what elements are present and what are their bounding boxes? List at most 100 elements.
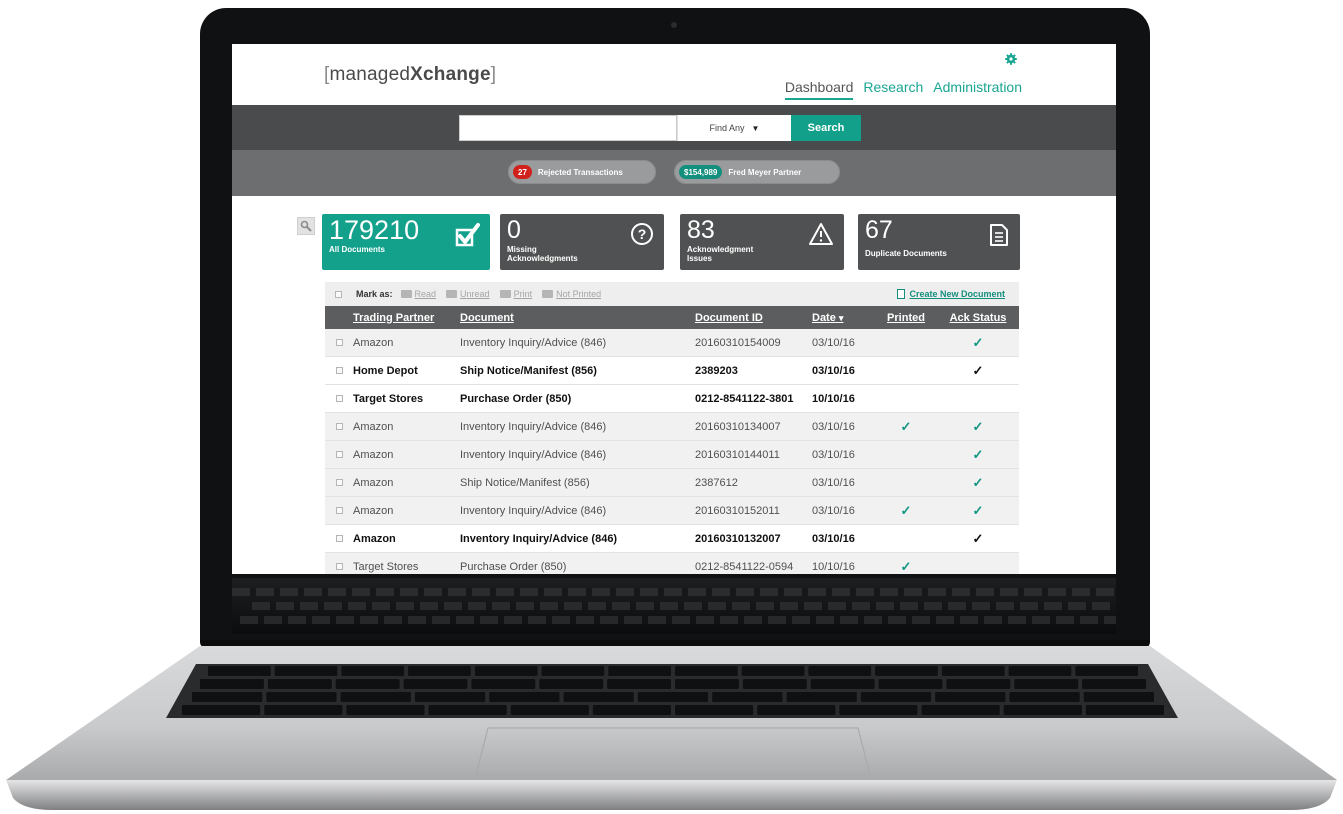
keyboard-key (741, 666, 805, 676)
cell-document: Purchase Order (850) (460, 552, 695, 574)
app-logo[interactable]: [managedXchange] (324, 64, 496, 86)
header-ack-status[interactable]: Ack Status (937, 306, 1019, 329)
mark-unread-label: Unread (460, 289, 490, 299)
row-checkbox[interactable] (325, 440, 353, 469)
header-trading-partner[interactable]: Trading Partner (353, 306, 460, 329)
table-row[interactable]: Amazon Inventory Inquiry/Advice (846) 2016… (325, 524, 1019, 553)
header-document-id[interactable]: Document ID (695, 306, 812, 329)
keyboard-key (878, 679, 943, 689)
find-scope-dropdown[interactable]: Find Any ▼ (677, 115, 791, 141)
keyboard-key (267, 679, 332, 689)
table-row[interactable]: Amazon Ship Notice/Manifest (856) 2387612 0… (325, 468, 1019, 497)
header-date[interactable]: Date ▾ (812, 306, 875, 329)
tile-missing-acknowledgments[interactable]: 0 Missing Acknowledgments ? (500, 214, 664, 270)
keyboard-key (860, 692, 932, 702)
create-new-label: Create New Document (909, 289, 1005, 299)
table-row[interactable]: Amazon Inventory Inquiry/Advice (846) 2016… (325, 496, 1019, 525)
row-checkbox[interactable] (325, 384, 353, 413)
mark-read-link[interactable]: Read (400, 289, 436, 299)
rejected-transactions-pill[interactable]: 27 Rejected Transactions (508, 160, 656, 184)
keyboard-key (335, 679, 400, 689)
read-icon (400, 290, 412, 298)
keyboard-key (1085, 705, 1164, 715)
cell-trading-partner: Amazon (353, 468, 460, 497)
header-printed[interactable]: Printed (875, 306, 937, 329)
keyboard-key (208, 666, 271, 676)
keyboard-key (1082, 679, 1146, 689)
keyboard-key (757, 705, 836, 715)
keyboard-key (340, 692, 411, 702)
keyboard-reflection (232, 578, 1116, 634)
create-new-document-link[interactable]: Create New Document (897, 289, 1005, 299)
cell-document: Inventory Inquiry/Advice (846) (460, 412, 695, 441)
row-select-checkbox[interactable] (335, 338, 343, 346)
tile-duplicate-documents[interactable]: 67 Duplicate Documents (858, 214, 1020, 270)
mark-print-link[interactable]: Print (499, 289, 532, 299)
row-select-checkbox[interactable] (335, 450, 343, 458)
main-nav: Dashboard Research Administration (784, 79, 1022, 100)
nav-dashboard[interactable]: Dashboard (784, 79, 854, 100)
warning-icon (809, 223, 833, 245)
table-header-row: Trading Partner Document Document ID Dat… (325, 306, 1019, 329)
table-row[interactable]: Target Stores Purchase Order (850) 0212-85… (325, 384, 1019, 413)
row-checkbox[interactable] (325, 468, 353, 497)
cell-document-id: 20160310154009 (695, 329, 812, 357)
row-select-checkbox[interactable] (335, 562, 343, 570)
cell-date: 10/10/16 (812, 552, 875, 574)
laptop-base (6, 646, 1337, 810)
cell-ack-status: ✓ (937, 356, 1019, 385)
search-input[interactable] (459, 115, 677, 141)
keyboard-key (1009, 692, 1080, 702)
header-document[interactable]: Document (460, 306, 695, 329)
cell-date: 03/10/16 (812, 412, 875, 441)
row-select-checkbox[interactable] (335, 366, 343, 374)
cell-document-id: 20160310152011 (695, 496, 812, 525)
keyboard-key (810, 679, 875, 689)
keyboard-key (637, 692, 709, 702)
keyboard-key (675, 679, 739, 689)
gear-icon[interactable] (1005, 53, 1017, 65)
row-checkbox[interactable] (325, 412, 353, 441)
keyboard-key (274, 666, 338, 676)
row-select-checkbox[interactable] (335, 394, 343, 402)
keyboard-key (839, 705, 918, 715)
row-select-checkbox[interactable] (335, 422, 343, 430)
tile-acknowledgment-issues[interactable]: 83 Acknowledgment Issues (680, 214, 844, 270)
row-checkbox[interactable] (325, 524, 353, 553)
cell-date: 03/10/16 (812, 356, 875, 385)
search-zoom-icon[interactable] (297, 217, 315, 235)
app-screen: [managedXchange] Dashboard Research Admi… (232, 44, 1116, 574)
search-button[interactable]: Search (791, 115, 861, 141)
row-select-checkbox[interactable] (335, 506, 343, 514)
cell-document-id: 20160310132007 (695, 524, 812, 553)
keyboard-key (428, 705, 507, 715)
row-checkbox[interactable] (325, 356, 353, 385)
cell-document: Inventory Inquiry/Advice (846) (460, 329, 695, 357)
keyboard-key (1014, 679, 1079, 689)
row-select-checkbox[interactable] (335, 534, 343, 542)
cell-date: 03/10/16 (812, 524, 875, 553)
row-checkbox[interactable] (325, 496, 353, 525)
documents-panel: Mark as: Read Unread Print Not Printed C… (325, 282, 1019, 574)
table-row[interactable]: Amazon Inventory Inquiry/Advice (846) 2016… (325, 440, 1019, 469)
tile-all-documents[interactable]: 179210 All Documents (322, 214, 490, 270)
row-checkbox[interactable] (325, 552, 353, 574)
table-row[interactable]: Amazon Inventory Inquiry/Advice (846) 2016… (325, 412, 1019, 441)
partner-alert-pill[interactable]: $154,989 Fred Meyer Partner (674, 160, 840, 184)
cell-document: Purchase Order (850) (460, 384, 695, 413)
new-document-icon (897, 289, 906, 299)
table-row[interactable]: Amazon Inventory Inquiry/Advice (846) 2016… (325, 329, 1019, 357)
select-all-checkbox[interactable] (335, 290, 342, 298)
documents-table: Trading Partner Document Document ID Dat… (325, 306, 1019, 574)
table-row[interactable]: Home Depot Ship Notice/Manifest (856) 2389… (325, 356, 1019, 385)
nav-administration[interactable]: Administration (933, 79, 1022, 100)
nav-research[interactable]: Research (863, 79, 923, 100)
mark-unread-link[interactable]: Unread (446, 289, 490, 299)
keyboard-key (941, 666, 1005, 676)
row-select-checkbox[interactable] (335, 478, 343, 486)
keyboard-key (675, 705, 754, 715)
row-checkbox[interactable] (325, 329, 353, 357)
cell-printed (875, 329, 937, 357)
table-row[interactable]: Target Stores Purchase Order (850) 0212-85… (325, 552, 1019, 574)
mark-not-printed-link[interactable]: Not Printed (542, 289, 601, 299)
